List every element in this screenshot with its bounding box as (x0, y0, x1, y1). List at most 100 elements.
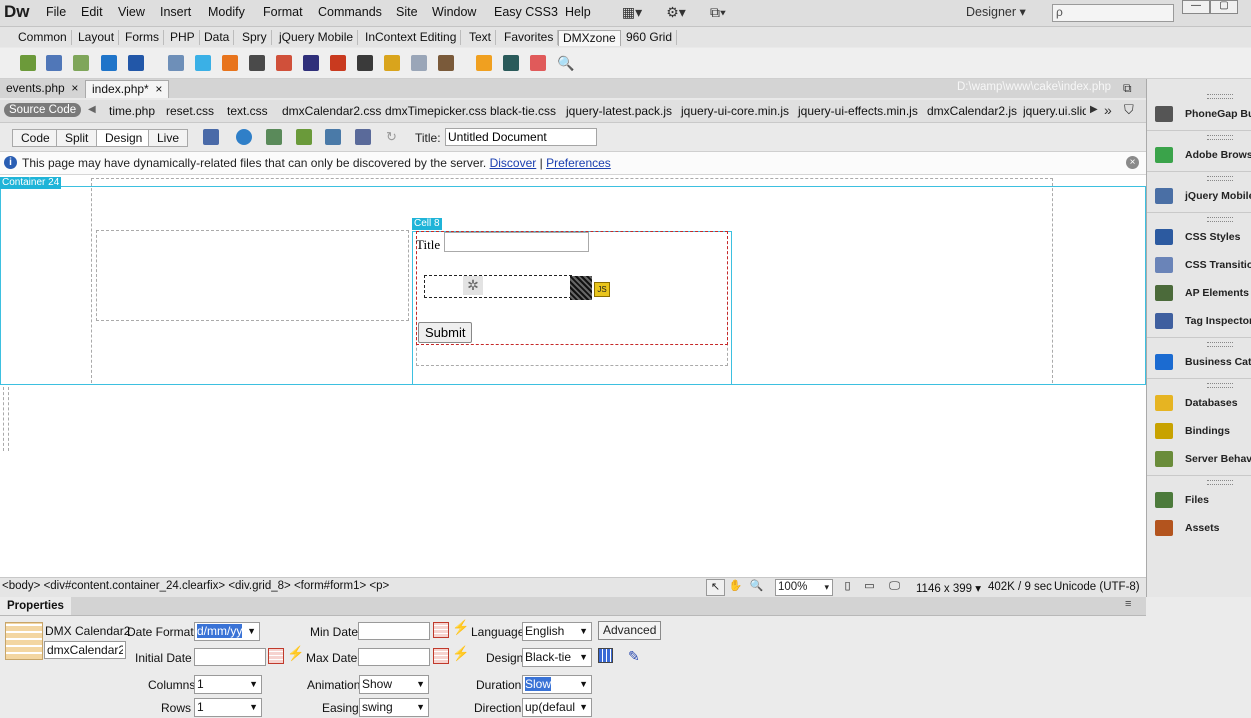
language-select[interactable]: English ▼ (522, 622, 592, 641)
min-date-input[interactable] (358, 622, 430, 640)
dmx-insert-icon-2[interactable] (46, 55, 62, 71)
widget-id-input[interactable] (44, 641, 126, 659)
check-browser-icon[interactable] (325, 129, 341, 145)
zoom-tool-icon[interactable]: 🔍 (748, 579, 765, 594)
minimize-icon[interactable]: — (1182, 0, 1210, 14)
calendar-icon[interactable] (268, 648, 284, 664)
dynamic-data-icon[interactable]: ⚡ (452, 619, 469, 636)
source-code-button[interactable]: Source Code (4, 103, 82, 117)
doc-tab-index[interactable]: index.php* × (85, 80, 170, 98)
container-label[interactable]: Container 24 (0, 177, 62, 189)
panel-tag-inspector[interactable]: Tag Inspector (1155, 311, 1251, 333)
max-date-input[interactable] (358, 648, 430, 666)
filter-icon[interactable]: ⛉ (1124, 102, 1134, 118)
tab-960-grid[interactable]: 960 Grid (622, 30, 678, 45)
panel-grip[interactable] (1207, 135, 1233, 140)
related-file[interactable]: jquery-ui-effects.min.js (798, 104, 918, 118)
file-management-icon[interactable] (266, 129, 282, 145)
fullscreen-icon[interactable] (101, 55, 117, 71)
tab-data[interactable]: Data (200, 30, 235, 45)
menu-edit[interactable]: Edit (81, 5, 103, 19)
related-file[interactable]: jquery.ui.slid (1023, 104, 1086, 118)
desktop-size-icon[interactable]: 🖵 (886, 579, 903, 594)
direction-select[interactable]: up(defaul ▼ (522, 698, 592, 717)
duration-select[interactable]: Slow ▼ (522, 675, 592, 694)
panel-server-behaviors[interactable]: Server Behavio (1155, 449, 1251, 471)
tag-selector[interactable]: <body> <div#content.container_24.clearfi… (2, 580, 389, 592)
close-icon[interactable]: × (1126, 156, 1139, 169)
preferences-link[interactable]: Preferences (546, 156, 611, 170)
workspace-switcher[interactable]: Designer ▾ (966, 4, 1026, 19)
menu-help[interactable]: Help (565, 5, 591, 19)
document-title-input[interactable] (445, 128, 597, 146)
panel-databases[interactable]: Databases (1155, 393, 1251, 415)
dmx-insert-icon-19[interactable] (530, 55, 546, 71)
menu-easy-css3[interactable]: Easy CSS3 (494, 5, 558, 19)
dmx-insert-icon-1[interactable] (20, 55, 36, 71)
panel-grip[interactable] (1207, 342, 1233, 347)
discover-link[interactable]: Discover (490, 156, 537, 170)
dmx-insert-icon-15[interactable] (411, 55, 427, 71)
submit-button[interactable]: Submit (418, 322, 473, 343)
theme-roller-icon[interactable]: ✎ (628, 648, 640, 665)
dmx-insert-icon-10[interactable] (276, 55, 292, 71)
panel-phonegap[interactable]: PhoneGap Buil (1155, 104, 1251, 126)
panel-grip[interactable] (1207, 217, 1233, 222)
menu-site[interactable]: Site (396, 5, 418, 19)
dmx-insert-icon-13[interactable] (357, 55, 373, 71)
panel-bindings[interactable]: Bindings (1155, 421, 1251, 443)
dmx-insert-icon-5[interactable] (128, 55, 144, 71)
panel-adobe-browserlab[interactable]: Adobe Browser (1155, 145, 1251, 167)
form-title-input[interactable] (444, 232, 589, 252)
widget-gear-icon[interactable]: ✲ (463, 276, 483, 295)
restore-icon[interactable]: ⧉ (1123, 81, 1132, 96)
design-select[interactable]: Black-tie ▼ (522, 648, 592, 667)
tab-dmxzone[interactable]: DMXzone (558, 30, 621, 46)
panel-grip[interactable] (1207, 176, 1233, 181)
grid-cell-outline[interactable] (96, 230, 409, 321)
dmx-insert-icon-12[interactable] (330, 55, 346, 71)
panel-grip[interactable] (1207, 383, 1233, 388)
refresh-icon[interactable]: ↻ (386, 129, 402, 145)
related-file[interactable]: black-tie.css (490, 104, 556, 118)
code-view-button[interactable]: Code (12, 129, 59, 147)
dmx-insert-icon-3[interactable] (73, 55, 89, 71)
dmx-insert-icon-9[interactable] (249, 55, 265, 71)
tablet-size-icon[interactable]: ▭ (861, 579, 878, 594)
theme-grid-icon[interactable] (598, 648, 613, 663)
menu-window[interactable]: Window (432, 5, 476, 19)
initial-date-input[interactable] (194, 648, 266, 666)
menu-commands[interactable]: Commands (318, 5, 382, 19)
pointer-tool-icon[interactable]: ↖ (706, 579, 725, 596)
live-view-button[interactable]: Live (148, 129, 189, 147)
dmx-insert-icon-7[interactable] (195, 55, 211, 71)
visual-aids-icon[interactable] (355, 129, 371, 145)
maximize-icon[interactable]: ▢ (1210, 0, 1238, 14)
panel-ap-elements[interactable]: AP Elements (1155, 283, 1251, 305)
panel-css-styles[interactable]: CSS Styles (1155, 227, 1251, 249)
calendar-icon[interactable] (433, 622, 449, 638)
panel-grip[interactable] (1207, 480, 1233, 485)
easing-select[interactable]: swing ▼ (359, 698, 429, 717)
close-icon[interactable]: × (155, 82, 162, 96)
related-file[interactable]: jquery-ui-core.min.js (681, 104, 789, 118)
panel-files[interactable]: Files (1155, 490, 1251, 512)
tab-forms[interactable]: Forms (121, 30, 164, 45)
dynamic-data-icon[interactable]: ⚡ (287, 645, 304, 662)
date-format-select[interactable]: d/mm/yy ▼ (194, 622, 260, 641)
dynamic-data-icon[interactable]: ⚡ (452, 645, 469, 662)
gear-icon[interactable]: ⚙▾ (664, 4, 688, 20)
help-search-input[interactable]: ρ (1052, 4, 1174, 22)
dmx-insert-icon-6[interactable] (168, 55, 184, 71)
related-file[interactable]: reset.css (166, 104, 214, 118)
tab-layout[interactable]: Layout (74, 30, 120, 45)
tab-common[interactable]: Common (14, 30, 72, 45)
dmx-insert-icon-8[interactable] (222, 55, 238, 71)
tab-jquery-mobile[interactable]: jQuery Mobile (275, 30, 359, 45)
panel-jquery-mobile[interactable]: jQuery Mobile (1155, 186, 1251, 208)
panel-menu-icon[interactable]: ≡ (1125, 598, 1131, 610)
menu-format[interactable]: Format (263, 5, 303, 19)
related-file[interactable]: dmxCalendar2.js (927, 104, 1017, 118)
preview-browser-icon[interactable] (236, 129, 252, 145)
related-file[interactable]: dmxCalendar2.css (282, 104, 381, 118)
